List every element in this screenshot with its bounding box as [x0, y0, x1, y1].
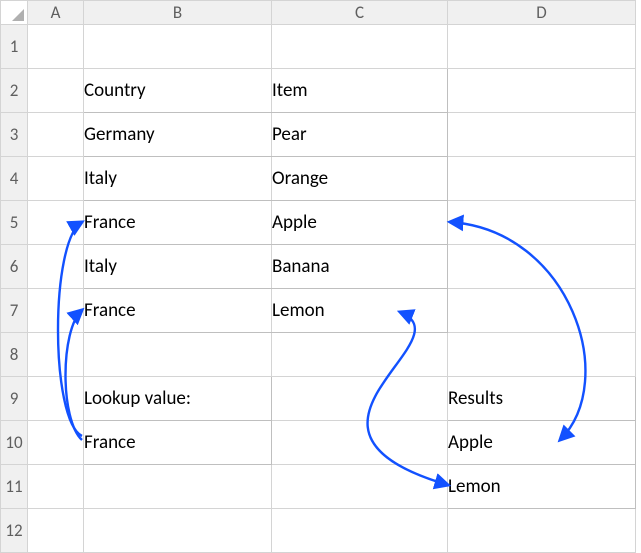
col-header-D[interactable]: D	[448, 1, 636, 25]
spreadsheet-grid: A B C D 1 2 Country Item 3 Germany Pear …	[0, 0, 636, 553]
cell-A6[interactable]	[28, 245, 84, 289]
row-header-9[interactable]: 9	[1, 377, 28, 421]
cell-C9[interactable]	[272, 377, 448, 421]
results-header[interactable]: Results	[448, 377, 636, 421]
cell-D4[interactable]	[448, 157, 636, 201]
row-header-11[interactable]: 11	[1, 465, 28, 509]
lookup-value[interactable]: France	[84, 421, 272, 465]
col-header-B[interactable]: B	[84, 1, 272, 25]
cell-C8[interactable]	[272, 333, 448, 377]
table1-row0-country[interactable]: Germany	[84, 113, 272, 157]
cell-A12[interactable]	[28, 509, 84, 553]
cell-B1[interactable]	[84, 25, 272, 69]
row-header-10[interactable]: 10	[1, 421, 28, 465]
table1-row3-country[interactable]: Italy	[84, 245, 272, 289]
cell-C10[interactable]	[272, 421, 448, 465]
cell-A7[interactable]	[28, 289, 84, 333]
col-header-C[interactable]: C	[272, 1, 448, 25]
cell-D2[interactable]	[448, 69, 636, 113]
table1-row1-country[interactable]: Italy	[84, 157, 272, 201]
row-header-2[interactable]: 2	[1, 69, 28, 113]
table1-header-country[interactable]: Country	[84, 69, 272, 113]
cell-D8[interactable]	[448, 333, 636, 377]
cell-A2[interactable]	[28, 69, 84, 113]
cell-D5[interactable]	[448, 201, 636, 245]
cell-A1[interactable]	[28, 25, 84, 69]
cell-A5[interactable]	[28, 201, 84, 245]
table1-row0-item[interactable]: Pear	[272, 113, 448, 157]
results-value-1[interactable]: Lemon	[448, 465, 636, 509]
cell-C1[interactable]	[272, 25, 448, 69]
cell-A8[interactable]	[28, 333, 84, 377]
lookup-label[interactable]: Lookup value:	[84, 377, 272, 421]
cell-A4[interactable]	[28, 157, 84, 201]
cell-A3[interactable]	[28, 113, 84, 157]
row-header-6[interactable]: 6	[1, 245, 28, 289]
table1-row2-item[interactable]: Apple	[272, 201, 448, 245]
row-header-3[interactable]: 3	[1, 113, 28, 157]
cell-A10[interactable]	[28, 421, 84, 465]
col-header-A[interactable]: A	[28, 1, 84, 25]
cell-D12[interactable]	[448, 509, 636, 553]
cell-D6[interactable]	[448, 245, 636, 289]
row-header-12[interactable]: 12	[1, 509, 28, 553]
table1-row1-item[interactable]: Orange	[272, 157, 448, 201]
results-value-0[interactable]: Apple	[448, 421, 636, 465]
row-header-1[interactable]: 1	[1, 25, 28, 69]
cell-B8[interactable]	[84, 333, 272, 377]
cell-D7[interactable]	[448, 289, 636, 333]
table1-row3-item[interactable]: Banana	[272, 245, 448, 289]
select-all-corner[interactable]	[1, 1, 28, 25]
table1-row4-country[interactable]: France	[84, 289, 272, 333]
row-header-4[interactable]: 4	[1, 157, 28, 201]
cell-C11[interactable]	[272, 465, 448, 509]
cell-B11[interactable]	[84, 465, 272, 509]
cell-D3[interactable]	[448, 113, 636, 157]
table1-row2-country[interactable]: France	[84, 201, 272, 245]
cell-C12[interactable]	[272, 509, 448, 553]
row-header-5[interactable]: 5	[1, 201, 28, 245]
row-header-8[interactable]: 8	[1, 333, 28, 377]
table1-row4-item[interactable]: Lemon	[272, 289, 448, 333]
row-header-7[interactable]: 7	[1, 289, 28, 333]
table1-header-item[interactable]: Item	[272, 69, 448, 113]
cell-A9[interactable]	[28, 377, 84, 421]
cell-D1[interactable]	[448, 25, 636, 69]
cell-A11[interactable]	[28, 465, 84, 509]
cell-B12[interactable]	[84, 509, 272, 553]
